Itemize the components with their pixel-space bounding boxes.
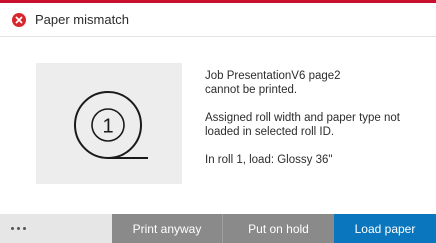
message-paragraph-instruction: In roll 1, load: Glossy 36" [205,153,427,167]
put-on-hold-button[interactable]: Put on hold [223,214,334,243]
dialog-title: Paper mismatch [35,12,129,27]
print-anyway-button[interactable]: Print anyway [112,214,223,243]
message-line-3: Assigned roll width and paper type not [205,112,400,124]
message-line-4: loaded in selected roll ID. [205,126,335,138]
message-paragraph-reason: Assigned roll width and paper type not l… [205,111,427,139]
roll-number: 1 [102,116,113,138]
load-paper-button[interactable]: Load paper [334,214,436,243]
paper-roll-icon: 1 [74,91,148,159]
message-line-5: In roll 1, load: Glossy 36" [205,154,333,166]
dialog-header: Paper mismatch [0,3,436,37]
more-dots-icon [11,227,26,230]
more-options-button[interactable] [0,214,112,243]
message-line-2: cannot be printed. [205,84,298,96]
action-bar: Print anyway Put on hold Load paper [0,214,436,243]
paper-roll-illustration: 1 [36,63,182,184]
message-paragraph-job: Job PresentationV6 page2 cannot be print… [205,69,427,97]
error-message: Job PresentationV6 page2 cannot be print… [205,69,427,181]
message-line-1: Job PresentationV6 page2 [205,70,341,82]
error-circle-icon [12,12,26,27]
